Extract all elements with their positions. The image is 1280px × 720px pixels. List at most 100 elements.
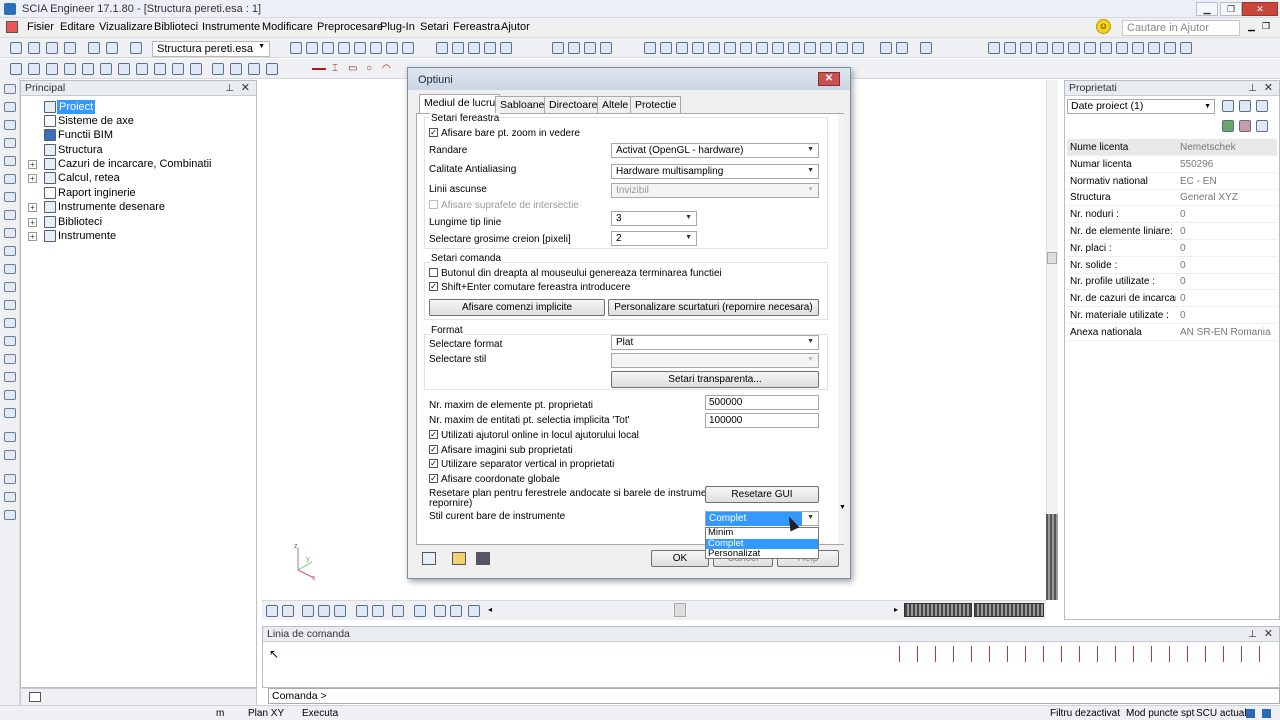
close-icon[interactable]: ✕ <box>241 81 250 96</box>
style-select[interactable]: ▼ <box>611 353 819 368</box>
view-3d-icon-5[interactable] <box>708 42 720 54</box>
view-option-icon-4[interactable] <box>318 605 330 617</box>
export-settings-icon[interactable] <box>422 552 436 565</box>
pencil-icon[interactable] <box>1256 100 1268 112</box>
property-row[interactable]: Nr. de elemente liniare: 0 <box>1067 223 1277 240</box>
view-option-icon-3[interactable] <box>302 605 314 617</box>
color-icon[interactable] <box>1256 120 1268 132</box>
property-row[interactable]: Nr. profile utilizate : 0 <box>1067 273 1277 291</box>
render-select[interactable]: Activat (OpenGL - hardware) ▼ <box>611 143 819 158</box>
view-3d-icon-6[interactable] <box>724 42 736 54</box>
reset-gui-button[interactable]: Resetare GUI <box>705 486 819 503</box>
close-icon[interactable]: ✕ <box>1264 627 1273 642</box>
zoom-window-icon[interactable] <box>788 42 800 54</box>
zoom-bars-checkbox[interactable]: ✓ <box>429 128 438 137</box>
strip-tool-icon-13[interactable] <box>4 300 16 310</box>
undo-icon[interactable] <box>88 42 100 54</box>
view-hscroll-thumb[interactable] <box>674 603 686 617</box>
menu-vizualizare[interactable]: Vizualizare <box>99 21 153 33</box>
view-option-icon-9[interactable] <box>414 605 426 617</box>
view-option-icon-7[interactable] <box>372 605 384 617</box>
print-icon[interactable] <box>436 42 448 54</box>
strip-tool-icon-6[interactable] <box>4 174 16 184</box>
properties-combo[interactable]: Date proiect (1) ▼ <box>1067 99 1215 114</box>
minimize-button[interactable]: ▁ <box>1196 2 1218 16</box>
open-folder-icon[interactable] <box>452 552 466 565</box>
line-icon[interactable] <box>312 68 326 70</box>
filter-icon[interactable] <box>600 42 612 54</box>
window-layout-icon-5[interactable] <box>1052 42 1064 54</box>
property-row[interactable]: Nume licenta Nemetschek <box>1067 139 1277 156</box>
save-icon[interactable] <box>64 42 76 54</box>
strip-tool-icon-24[interactable] <box>4 510 16 520</box>
pin-icon[interactable]: ⊥ <box>1248 81 1257 96</box>
strip-tool-icon-5[interactable] <box>4 156 16 166</box>
struct-tool-icon-8[interactable] <box>136 63 148 75</box>
pan-icon[interactable] <box>820 42 832 54</box>
zoom-in-icon[interactable] <box>740 42 752 54</box>
struct-tool-icon-12[interactable] <box>212 63 224 75</box>
tab-altele[interactable]: Altele <box>597 96 634 113</box>
hidden-lines-select[interactable]: Invizibil ▼ <box>611 183 819 198</box>
scroll-right-icon[interactable]: ▸ <box>894 605 898 614</box>
strip-tool-icon-14[interactable] <box>4 318 16 328</box>
view-3d-icon-1[interactable] <box>644 42 656 54</box>
table-icon[interactable] <box>468 42 480 54</box>
new-file-icon[interactable] <box>10 42 22 54</box>
struct-tool-icon-11[interactable] <box>190 63 202 75</box>
max-properties-input[interactable]: 500000 <box>705 395 819 410</box>
property-row[interactable]: Nr. solide : 0 <box>1067 257 1277 274</box>
status-icon-2[interactable] <box>1262 709 1271 718</box>
expand-icon[interactable]: + <box>28 218 37 227</box>
view-3d-icon-2[interactable] <box>660 42 672 54</box>
menu-setari[interactable]: Setari <box>420 21 449 33</box>
menu-modificare[interactable]: Modificare <box>262 21 313 33</box>
struct-tool-icon-14[interactable] <box>248 63 260 75</box>
scroll-left-icon[interactable]: ◂ <box>488 605 492 614</box>
view-option-icon-8[interactable] <box>392 605 404 617</box>
cursor-select-icon[interactable]: ↖ <box>269 647 279 661</box>
strip-tool-icon-7[interactable] <box>4 192 16 202</box>
toolbar-style-select[interactable]: Complet ▼ <box>705 511 819 526</box>
separator-checkbox[interactable]: ✓ <box>429 459 438 468</box>
document-icon-2[interactable] <box>500 42 512 54</box>
tab-directoare[interactable]: Directoare <box>544 96 603 113</box>
dialog-close-button[interactable]: ✕ <box>818 72 840 86</box>
property-row[interactable]: Numar licenta 550296 <box>1067 156 1277 173</box>
property-row[interactable]: Nr. placi : 0 <box>1067 240 1277 257</box>
pin-icon[interactable]: ⊥ <box>225 81 234 96</box>
property-row[interactable]: Normativ national EC - EN <box>1067 173 1277 190</box>
strip-tool-icon-8[interactable] <box>4 210 16 220</box>
rectangle-icon[interactable]: ▭ <box>348 63 357 74</box>
window-layout-icon-3[interactable] <box>1020 42 1032 54</box>
ok-button[interactable]: OK <box>651 550 709 567</box>
property-row[interactable]: Nr. materiale utilizate : 0 <box>1067 307 1277 324</box>
redo-icon[interactable] <box>106 42 118 54</box>
struct-tool-icon-13[interactable] <box>230 63 242 75</box>
view-option-icon-12[interactable] <box>468 605 480 617</box>
view-option-icon-6[interactable] <box>356 605 368 617</box>
menu-fereastra[interactable]: Fereastra <box>453 21 500 33</box>
dialog-scrollbar[interactable] <box>838 114 844 544</box>
strip-tool-icon-20[interactable] <box>4 432 16 442</box>
window-layout-icon-6[interactable] <box>1068 42 1080 54</box>
tab-mediul-de-lucru[interactable]: Mediul de lucru <box>419 94 501 114</box>
view-option-icon-5[interactable] <box>334 605 346 617</box>
expand-icon[interactable]: + <box>28 203 37 212</box>
view-hscroll-track-1[interactable] <box>904 603 972 617</box>
struct-tool-icon-2[interactable] <box>28 63 40 75</box>
dropdown-option-minim[interactable]: Minim <box>706 527 818 539</box>
view-vscroll-thumb[interactable] <box>1047 252 1057 264</box>
view-tool-icon-1[interactable] <box>290 42 302 54</box>
strip-tool-icon-12[interactable] <box>4 282 16 292</box>
strip-tool-icon-2[interactable] <box>4 102 16 112</box>
strip-tool-icon-10[interactable] <box>4 246 16 256</box>
view-option-icon-1[interactable] <box>266 605 278 617</box>
window-layout-icon-2[interactable] <box>1004 42 1016 54</box>
window-layout-icon-1[interactable] <box>988 42 1000 54</box>
dropdown-option-personalizat[interactable]: Personalizat <box>706 548 818 560</box>
strip-tool-icon-3[interactable] <box>4 120 16 130</box>
window-layout-icon-10[interactable] <box>1132 42 1144 54</box>
view-hscroll-track-2[interactable] <box>974 603 1044 617</box>
format-select[interactable]: Plat ▼ <box>611 335 819 350</box>
